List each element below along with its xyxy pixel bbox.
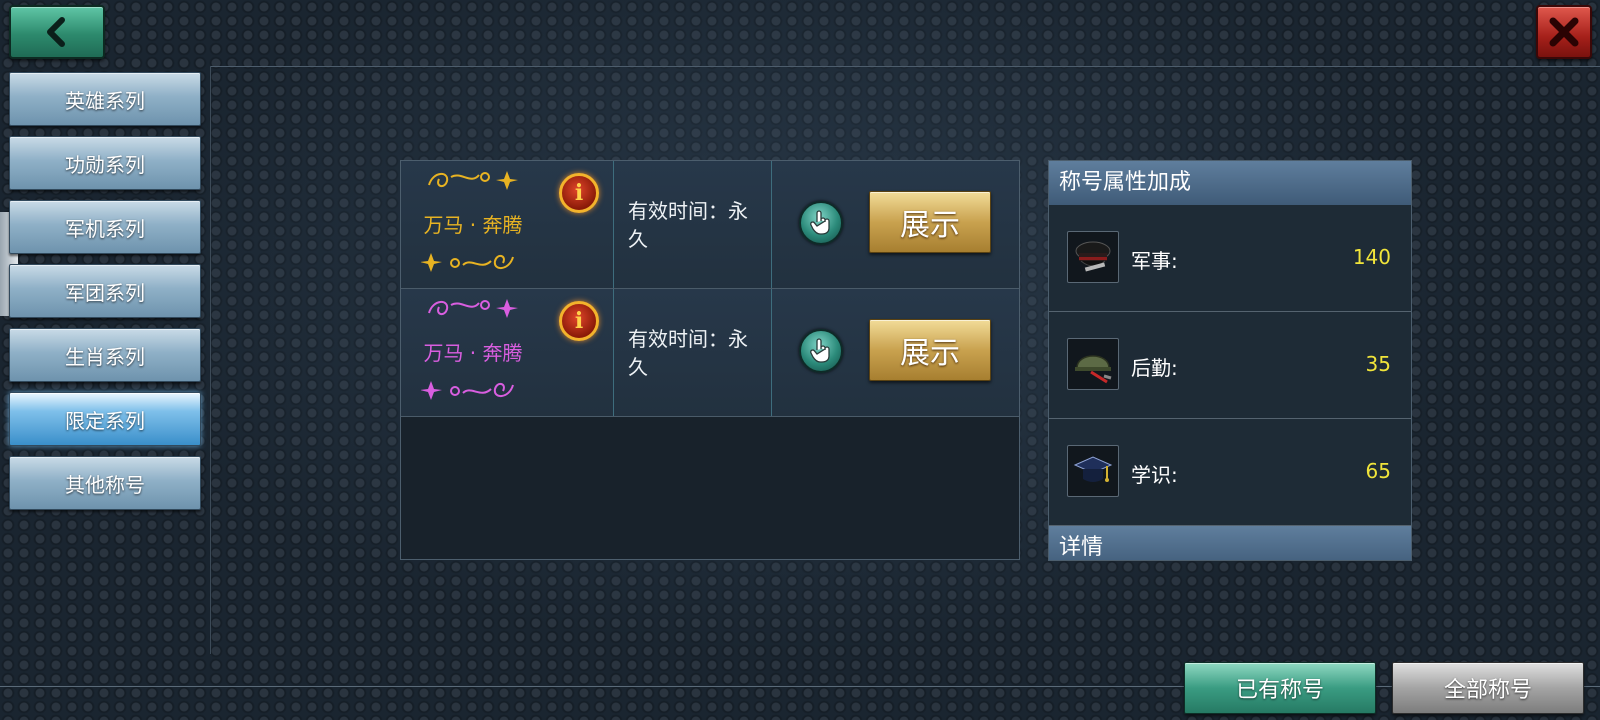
- attribute-value: 140: [1352, 245, 1391, 269]
- chevron-left-icon: [47, 17, 65, 47]
- graduation-cap-icon: [1067, 445, 1119, 497]
- category-sidebar: 英雄系列 功勋系列 军机系列 军团系列 生肖系列 限定系列 其他称号: [9, 72, 201, 520]
- title-name: 万马 · 奔腾: [423, 213, 523, 237]
- top-divider: [210, 66, 1600, 67]
- attribute-panel: 称号属性加成 军事: 140 后勤: 35 学识: 65 详情: [1048, 160, 1412, 561]
- all-titles-tab[interactable]: 全部称号: [1392, 662, 1584, 714]
- ornament-top-icon: [428, 299, 518, 318]
- hand-pointer-icon[interactable]: [799, 201, 843, 245]
- close-icon: [1549, 17, 1579, 47]
- sidebar-item-limited[interactable]: 限定系列: [9, 392, 201, 446]
- sidebar-item-merit[interactable]: 功勋系列: [9, 136, 201, 190]
- display-button[interactable]: 展示: [869, 191, 991, 253]
- title-name-cell: 万马 · 奔腾 i: [401, 289, 614, 416]
- sidebar-item-zodiac[interactable]: 生肖系列: [9, 328, 201, 382]
- attribute-label: 军事:: [1131, 249, 1178, 273]
- attribute-row: 军事: 140: [1049, 205, 1411, 312]
- helmet-icon: [1067, 338, 1119, 390]
- owned-titles-tab[interactable]: 已有称号: [1184, 662, 1376, 714]
- attribute-header: 称号属性加成: [1049, 161, 1411, 205]
- title-name: 万马 · 奔腾: [423, 341, 523, 365]
- sidebar-item-other[interactable]: 其他称号: [9, 456, 201, 510]
- attribute-row: 后勤: 35: [1049, 312, 1411, 419]
- display-button[interactable]: 展示: [869, 319, 991, 381]
- attribute-label: 后勤:: [1131, 356, 1178, 380]
- attribute-row: 学识: 65: [1049, 419, 1411, 526]
- sidebar-item-aircraft[interactable]: 军机系列: [9, 200, 201, 254]
- title-row: 万马 · 奔腾 i 有效时间：永久 展示: [401, 289, 1019, 417]
- attribute-value: 35: [1365, 352, 1391, 376]
- back-button[interactable]: [9, 5, 105, 59]
- hand-pointer-icon[interactable]: [799, 329, 843, 373]
- title-row: 万马 · 奔腾 i 有效时间：永久 展示: [401, 161, 1019, 289]
- sidebar-item-hero[interactable]: 英雄系列: [9, 72, 201, 126]
- attribute-label: 学识:: [1131, 463, 1178, 487]
- detail-header: 详情: [1049, 526, 1411, 560]
- close-button[interactable]: [1536, 5, 1592, 59]
- validity-text: 有效时间：永久: [614, 161, 772, 288]
- ornament-bottom-icon: [421, 381, 514, 400]
- military-cap-icon: [1067, 231, 1119, 283]
- sidebar-divider: [210, 66, 211, 654]
- sidebar-item-legion[interactable]: 军团系列: [9, 264, 201, 318]
- info-icon[interactable]: i: [559, 301, 599, 341]
- validity-text: 有效时间：永久: [614, 289, 772, 416]
- ornament-bottom-icon: [421, 253, 514, 272]
- attribute-value: 65: [1365, 459, 1391, 483]
- info-icon[interactable]: i: [559, 173, 599, 213]
- ornament-top-icon: [428, 171, 518, 190]
- title-list: 万马 · 奔腾 i 有效时间：永久 展示 万马 · 奔腾 i 有效时间：永久 展…: [400, 160, 1020, 560]
- title-name-cell: 万马 · 奔腾 i: [401, 161, 614, 288]
